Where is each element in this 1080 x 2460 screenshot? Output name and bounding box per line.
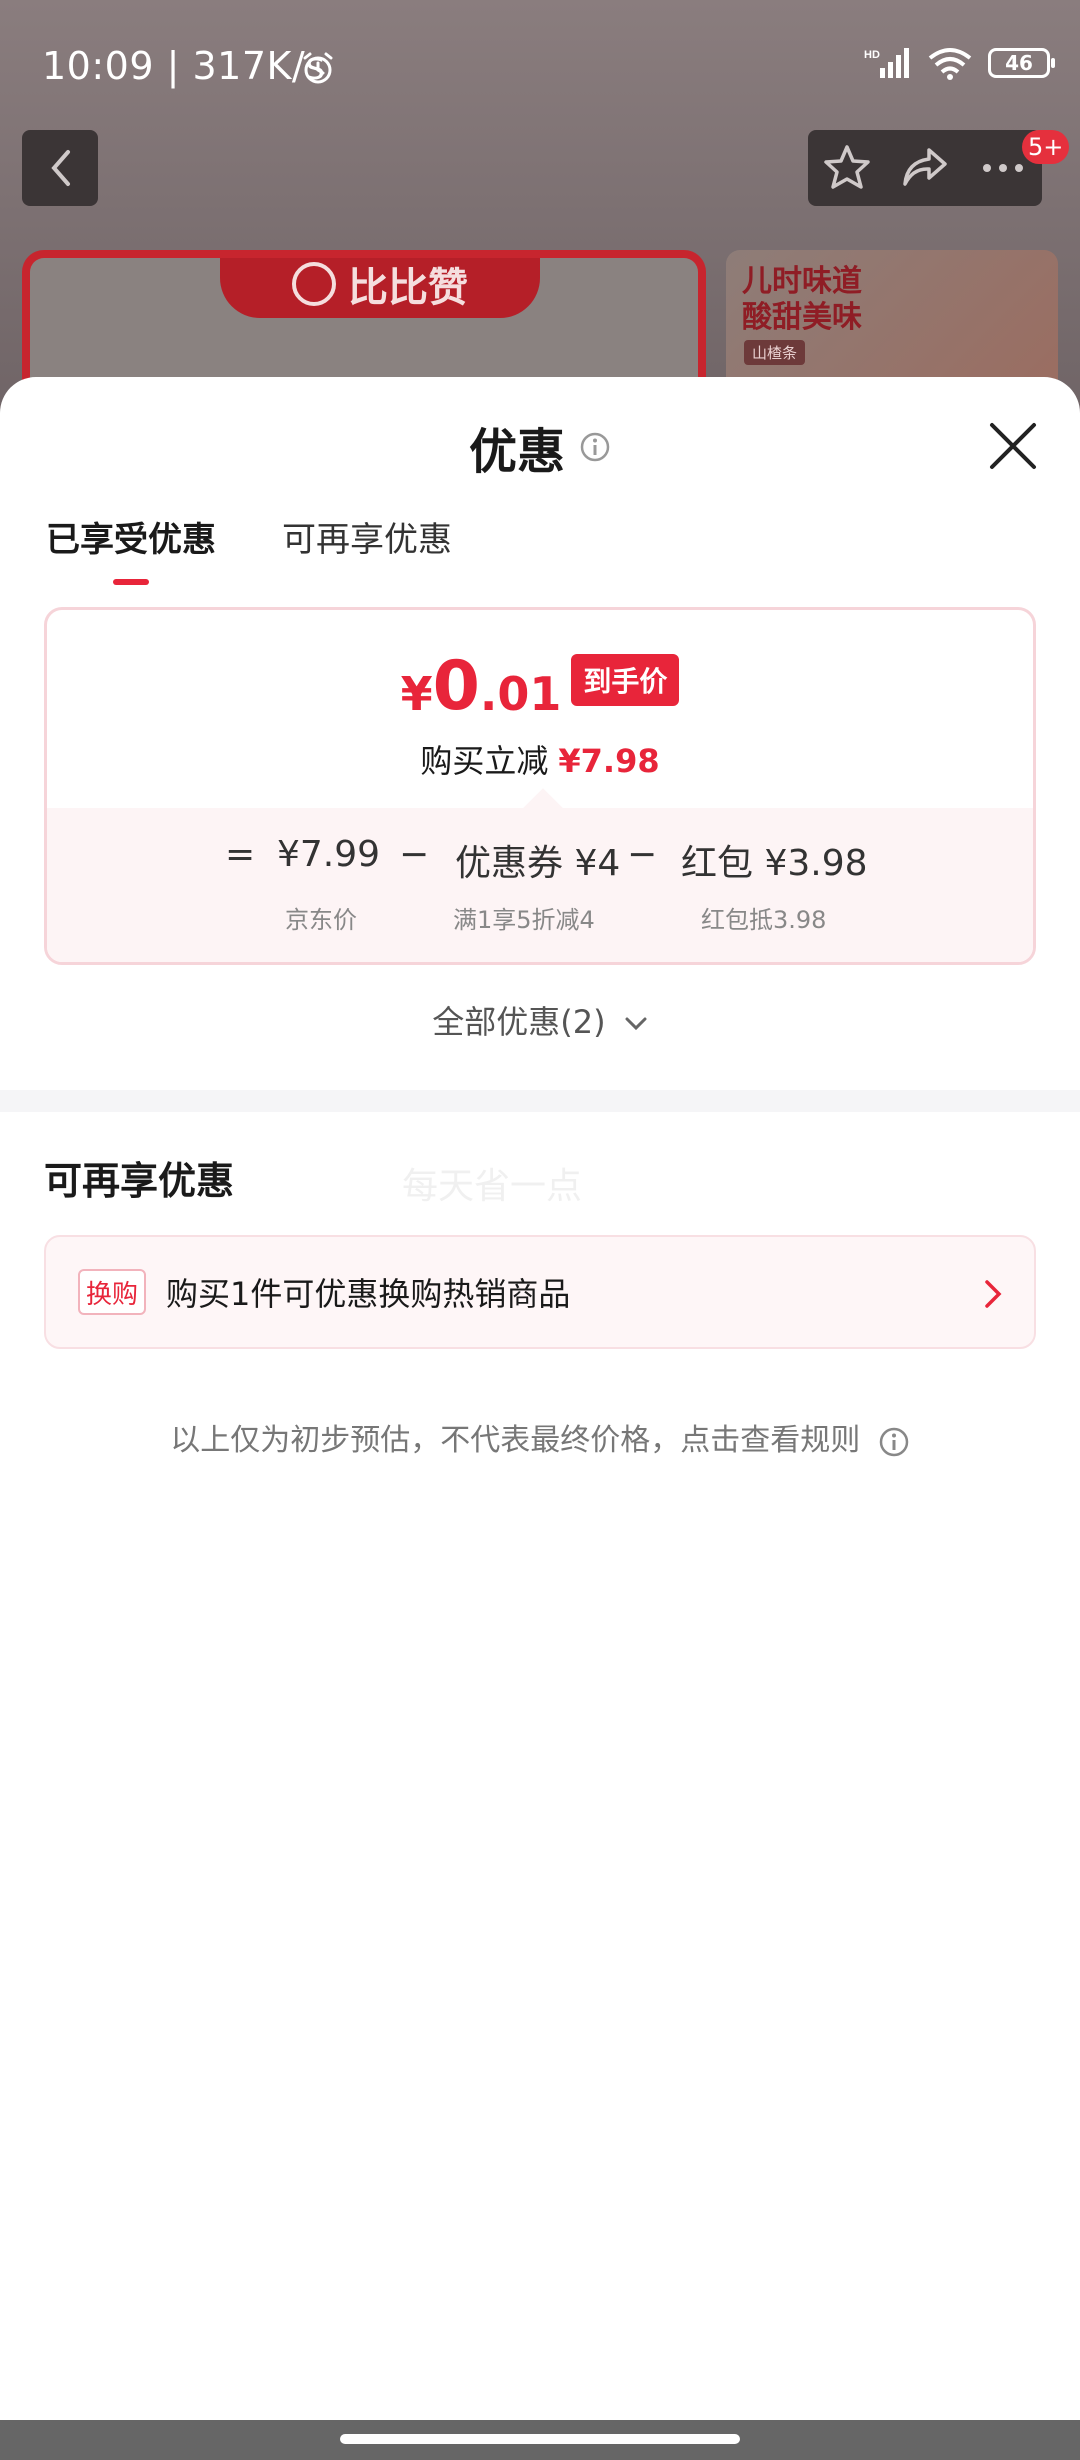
price-card: ¥ 0 .01 到手价 购买立减 ¥7.98 = ¥7.99 − 优惠券 ¥4 −… (44, 607, 1036, 965)
sheet-header: 优惠 (0, 407, 1080, 487)
message-badge: 5+ (1022, 130, 1070, 164)
red-packet-amount: 红包 ¥3.98 (681, 843, 868, 884)
more-icon[interactable] (977, 142, 1029, 194)
currency-symbol: ¥ (400, 667, 433, 721)
final-price-tag: 到手价 (571, 654, 680, 706)
svg-text:HD: HD (864, 49, 880, 61)
battery-level: 46 (1005, 51, 1033, 75)
info-icon (879, 1427, 909, 1456)
info-icon[interactable] (579, 431, 611, 463)
breakdown-notch (523, 788, 563, 828)
section-divider (0, 1090, 1080, 1112)
discount-tabs: 已享受优惠 可再享优惠 (46, 512, 452, 585)
price-integer: 0 (432, 647, 480, 726)
instant-discount-label: 购买立减 (420, 742, 549, 780)
disclaimer-text: 以上仅为初步预估，不代表最终价格，点击查看规则 (170, 1423, 861, 1458)
jd-price-label: 京东价 (285, 906, 357, 934)
banner-tag: 山楂条 (744, 340, 806, 365)
price-decimal: .01 (479, 667, 562, 721)
battery-icon: 46 (988, 48, 1055, 78)
coupon-label: 满1享5折减4 (453, 906, 595, 934)
exchange-badge: 换购 (78, 1269, 146, 1315)
discount-sheet: 优惠 已享受优惠 可再享优惠 ¥ 0 .01 到手价 购买立减 ¥7.98 = … (0, 377, 1080, 2420)
system-nav-bar (0, 2420, 1080, 2460)
instant-discount-row: 购买立减 ¥7.98 (47, 736, 1033, 782)
red-packet-label: 红包抵3.98 (701, 906, 827, 934)
sheet-title: 优惠 (468, 424, 565, 480)
equals-sign: = (225, 834, 256, 875)
favorite-star-icon[interactable] (821, 142, 873, 194)
tab-enjoyed-discounts[interactable]: 已享受优惠 (46, 512, 216, 585)
more-discounts-title: 可再享优惠 (44, 1159, 235, 1203)
exchange-offer-text: 购买1件可优惠换购热销商品 (166, 1275, 571, 1313)
top-action-group (808, 130, 1042, 206)
close-icon[interactable] (986, 419, 1040, 473)
brand-logo: 比比赞 (220, 258, 540, 318)
banner-title-line-2: 酸甜美味 (742, 300, 862, 335)
minus-sign: − (627, 834, 658, 875)
jd-price: ¥7.99 (277, 834, 381, 875)
signal-icon: HD (864, 48, 909, 78)
watermark-text: 每天省一点 (402, 1166, 583, 1207)
status-bar: 10:09 | 317K/s HD 46 (0, 0, 1080, 130)
final-price-row: ¥ 0 .01 到手价 (47, 652, 1033, 722)
minus-sign: − (399, 834, 430, 875)
chevron-left-icon (51, 150, 70, 186)
disclaimer-link[interactable]: 以上仅为初步预估，不代表最终价格，点击查看规则 (0, 1415, 1080, 1459)
tab-active-indicator (113, 579, 149, 585)
back-button[interactable] (22, 130, 98, 206)
all-discounts-label: 全部优惠(2) (432, 1003, 606, 1041)
instant-discount-amount: ¥7.98 (558, 742, 660, 780)
tab-label: 已享受优惠 (46, 520, 216, 560)
chevron-down-icon (625, 1017, 647, 1031)
exchange-offer-row[interactable]: 换购 购买1件可优惠换购热销商品 (44, 1235, 1036, 1349)
brand-text: 比比赞 (348, 265, 468, 311)
status-indicators: HD 46 (864, 46, 1055, 80)
home-indicator[interactable] (340, 2434, 740, 2444)
wifi-icon (928, 48, 972, 80)
tab-label: 可再享优惠 (282, 520, 452, 560)
alarm-icon (303, 52, 333, 84)
price-breakdown: = ¥7.99 − 优惠券 ¥4 − 红包 ¥3.98 京东价 满1享5折减4 … (47, 788, 1033, 962)
status-time: 10:09 | 317K/s (42, 44, 326, 88)
banner-title: 儿时味道 酸甜美味 (742, 264, 862, 336)
final-price: ¥ 0 .01 (401, 652, 562, 722)
tab-more-discounts[interactable]: 可再享优惠 (282, 512, 452, 585)
coupon-amount: 优惠券 ¥4 (455, 843, 621, 884)
all-discounts-toggle[interactable]: 全部优惠(2) (0, 997, 1080, 1043)
chevron-right-icon (985, 1280, 1002, 1308)
share-icon[interactable] (899, 142, 951, 194)
banner-title-line-1: 儿时味道 (742, 264, 862, 299)
